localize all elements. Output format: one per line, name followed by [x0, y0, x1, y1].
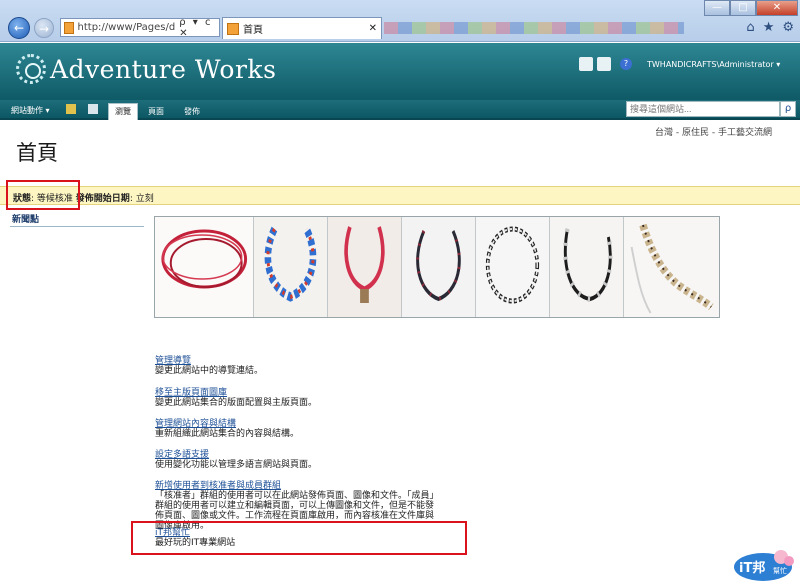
- banner-photo-dark-necklace: [402, 217, 477, 317]
- tab-publish[interactable]: 發佈: [178, 104, 206, 119]
- tab-page[interactable]: 頁面: [142, 104, 170, 119]
- link-item: 設定多語支援 使用變化功能以管理多語言網站與頁面。: [155, 447, 317, 470]
- page-title: 首頁: [16, 141, 58, 165]
- forward-button[interactable]: →: [34, 18, 54, 38]
- link-manage-content-structure[interactable]: 管理網站內容與結構: [155, 416, 299, 429]
- banner-photo-striped-necklace: [476, 217, 551, 317]
- address-text: http://www/Pages/d: [77, 22, 176, 33]
- link-item: 移至主版頁面圖庫 變更此網站集合的版面配置與主版頁面。: [155, 385, 317, 408]
- link-multilingual-support[interactable]: 設定多語支援: [155, 447, 317, 460]
- link-add-users-groups[interactable]: 新增使用者到核准者與成員群組: [155, 478, 437, 491]
- tab-browse[interactable]: 瀏覽: [108, 103, 138, 120]
- link-description: 使用變化功能以管理多語言網站與頁面。: [155, 460, 318, 470]
- home-icon[interactable]: ⌂: [746, 20, 754, 35]
- link-description: 變更此網站中的導覽連結。: [155, 366, 264, 376]
- back-button[interactable]: ←: [8, 17, 30, 39]
- favorites-star-icon[interactable]: ★: [763, 20, 775, 35]
- banner-photo-shell-necklace: [624, 217, 719, 317]
- maximize-button[interactable]: □: [730, 0, 756, 16]
- link-item: 管理網站內容與結構 重新組織此網站集合的內容與結構。: [155, 416, 299, 439]
- link-description: 重新組織此網站集合的內容與結構。: [155, 429, 300, 439]
- favicon-icon: [64, 21, 74, 34]
- navigate-up-icon[interactable]: [66, 104, 76, 114]
- breadcrumb[interactable]: 台灣 - 原住民 - 手工藝交流網: [655, 125, 772, 138]
- close-window-button[interactable]: ✕: [756, 0, 798, 16]
- banner-photo-pink-necklace: [328, 217, 403, 317]
- address-bar[interactable]: http://www/Pages/d ρ ▾ c ✕: [60, 17, 220, 39]
- site-actions-menu[interactable]: 網站動作 ▾: [11, 105, 50, 116]
- logo-subtext: 幫忙: [773, 566, 787, 575]
- tab-favicon-icon: [227, 22, 239, 35]
- header-icons: ?: [579, 57, 632, 71]
- minimize-button[interactable]: —: [704, 0, 730, 16]
- gear-icon[interactable]: ⚙: [782, 20, 794, 35]
- browser-tab[interactable]: 首頁 ✕: [222, 17, 382, 39]
- browser-chrome: — □ ✕ ← → http://www/Pages/d ρ ▾ c ✕ 首頁 …: [0, 0, 800, 42]
- search-icon[interactable]: ρ: [780, 101, 796, 117]
- blurred-tabs: [384, 22, 684, 34]
- status-bar: 狀態: 等候核准 發佈開始日期: 立刻: [0, 186, 800, 205]
- address-controls[interactable]: ρ ▾ c ✕: [179, 17, 219, 39]
- publish-date-label: 發佈開始日期: [75, 194, 130, 204]
- tag-icon[interactable]: [579, 57, 593, 71]
- link-manage-navigation[interactable]: 管理導覽: [155, 353, 263, 366]
- window-controls: — □ ✕: [704, 0, 798, 16]
- news-heading: 新聞點: [12, 215, 40, 225]
- tab-close-icon[interactable]: ✕: [369, 23, 377, 34]
- banner-photo-colorful-beads: [254, 217, 329, 317]
- site-title[interactable]: Adventure Works: [50, 55, 276, 84]
- link-item: 管理導覽 變更此網站中的導覽連結。: [155, 353, 263, 376]
- banner-photo-red-necklace: [155, 217, 255, 317]
- ithelp-logo-icon: iT邦 幫忙: [734, 550, 794, 581]
- browser-toolbar-icons: ⌂ ★ ⚙: [746, 20, 794, 35]
- highlight-box-ithelp: [131, 521, 467, 555]
- edit-page-icon[interactable]: [88, 104, 98, 114]
- link-description: 變更此網站集合的版面配置與主版頁面。: [155, 398, 318, 408]
- link-master-page-gallery[interactable]: 移至主版頁面圖庫: [155, 385, 317, 398]
- highlight-box-status: [6, 180, 80, 210]
- news-divider: [10, 226, 144, 227]
- banner-photo-silver-bead-necklace: [550, 217, 625, 317]
- user-menu[interactable]: TWHANDICRAFTS\Administrator ▾: [647, 60, 780, 69]
- logo-text: iT邦: [739, 560, 765, 576]
- publish-date-value: : 立刻: [129, 194, 154, 204]
- site-search-input[interactable]: [626, 101, 780, 117]
- site-header: Adventure Works ? TWHANDICRAFTS\Administ…: [0, 43, 800, 100]
- product-banner: [154, 216, 720, 318]
- notes-icon[interactable]: [597, 57, 611, 71]
- tab-title: 首頁: [243, 25, 263, 36]
- site-logo-icon: [16, 54, 46, 84]
- help-icon[interactable]: ?: [620, 58, 632, 70]
